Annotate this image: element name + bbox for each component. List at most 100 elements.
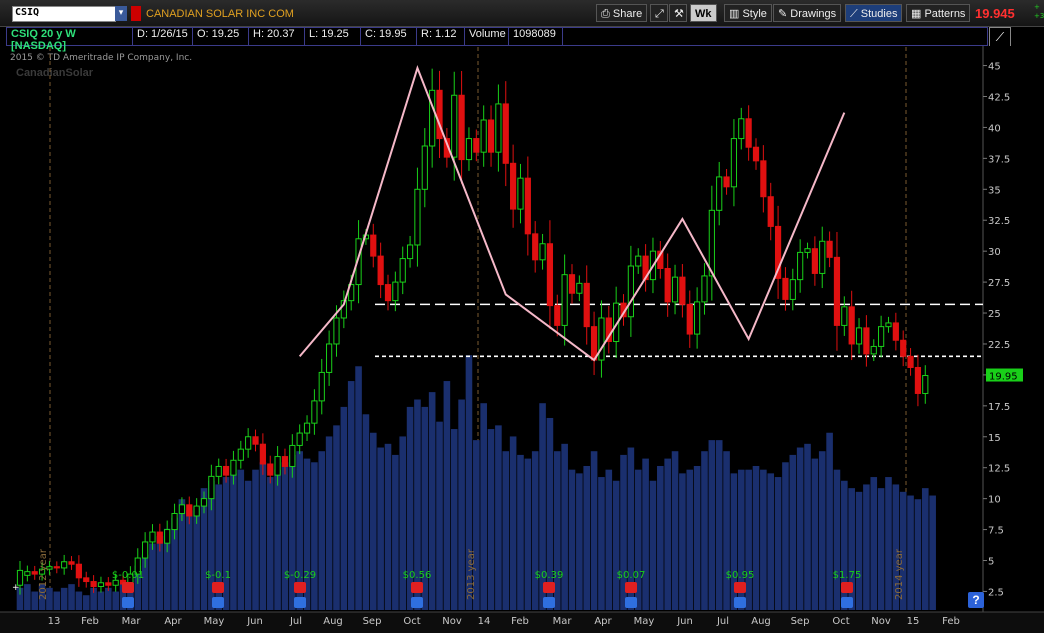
drawings-button[interactable]: ✎ Drawings xyxy=(773,4,842,22)
volume-bar xyxy=(171,517,178,610)
candle-body xyxy=(156,531,163,544)
candle-body xyxy=(326,343,333,373)
candle-body xyxy=(922,375,929,394)
open-value: O: 19.25 xyxy=(193,28,249,45)
studies-button[interactable]: ⟋ Studies xyxy=(845,4,903,22)
patterns-button[interactable]: ▦ Patterns xyxy=(906,4,971,22)
high-value: H: 20.37 xyxy=(249,28,305,45)
dividend-info-icon[interactable] xyxy=(543,597,555,608)
candle-body xyxy=(164,529,171,544)
volume-bar xyxy=(789,454,797,610)
earnings-phone-icon[interactable] xyxy=(212,582,224,593)
candle-body xyxy=(561,274,568,326)
candle-body xyxy=(701,275,708,303)
volume-bar xyxy=(377,447,384,610)
candle-body xyxy=(222,465,230,476)
volume-bar xyxy=(16,587,24,610)
candle-body xyxy=(723,176,730,188)
candle-body xyxy=(745,118,752,148)
candle-body xyxy=(819,240,826,274)
earnings-phone-icon[interactable] xyxy=(543,582,555,593)
volume-bar xyxy=(899,491,907,610)
net-change: + +3 xyxy=(1034,3,1044,20)
y-tick-label: 10 xyxy=(988,495,1001,506)
candle-body xyxy=(620,302,627,318)
candle-body xyxy=(694,301,701,335)
dividend-info-icon[interactable] xyxy=(734,597,746,608)
y-tick-label: 17.5 xyxy=(988,402,1010,413)
price-chart[interactable]: 45 42.5 40 37.5 35 32.5 30 27.5 25 22.5 20 17.5 15 12… xyxy=(0,0,1044,633)
year-label: 2014 year xyxy=(894,548,905,600)
volume-bar xyxy=(399,436,407,610)
share-button[interactable]: ⎙ Share xyxy=(596,4,648,22)
chart-symbol-label[interactable]: CSIQ 20 y W [NASDAQ] xyxy=(7,28,133,52)
y-tick-label: 15 xyxy=(988,433,1001,444)
zoom-icon[interactable]: ⟋ xyxy=(989,27,1011,47)
wrench-icon[interactable]: ⚒ xyxy=(669,4,687,22)
volume-bar xyxy=(60,587,68,610)
candle-body xyxy=(885,322,892,328)
style-icon: ▥ xyxy=(729,8,740,20)
candle-body xyxy=(605,317,612,342)
volume-bar xyxy=(303,458,311,610)
volume-bar xyxy=(863,484,870,610)
symbol-dropdown-icon[interactable]: ▾ xyxy=(115,6,127,21)
candle-body xyxy=(333,317,340,345)
share-icon: ⎙ xyxy=(601,8,610,20)
earnings-phone-icon[interactable] xyxy=(734,582,746,593)
dividend-info-icon[interactable] xyxy=(411,597,423,608)
candle-body xyxy=(97,582,105,587)
volume-bar xyxy=(914,499,922,610)
symbol-input[interactable]: CSIQ xyxy=(12,6,116,22)
volume-bar xyxy=(833,469,841,610)
volume-bar xyxy=(811,458,819,610)
candle-body xyxy=(38,568,46,575)
earnings-phone-icon[interactable] xyxy=(411,582,423,593)
volume-bar xyxy=(82,595,90,610)
x-tick-label: Oct xyxy=(832,616,849,627)
earnings-phone-icon[interactable] xyxy=(294,582,306,593)
candle-body xyxy=(532,233,539,261)
candle-body xyxy=(90,581,97,587)
volume-bar xyxy=(657,465,664,610)
earnings-phone-icon[interactable] xyxy=(841,582,853,593)
candle-body xyxy=(370,234,377,257)
earnings-phone-icon[interactable] xyxy=(122,582,134,593)
drawing-tool-icon[interactable]: ⤢ xyxy=(650,4,668,22)
volume-bar xyxy=(892,484,900,610)
candle-body xyxy=(340,300,347,319)
pencil-icon: ✎ xyxy=(778,8,788,20)
volume-bar xyxy=(524,458,532,610)
volume-bar xyxy=(723,451,730,610)
earnings-phone-icon[interactable] xyxy=(625,582,637,593)
candle-body xyxy=(495,103,502,153)
volume-bar xyxy=(649,480,657,610)
flag-icon[interactable] xyxy=(131,6,141,21)
dividend-info-icon[interactable] xyxy=(625,597,637,608)
candle-body xyxy=(237,448,244,461)
dividend-info-icon[interactable] xyxy=(294,597,306,608)
candle-body xyxy=(16,569,24,586)
copyright: 2015 © TD Ameritrade IP Company, Inc. xyxy=(10,53,193,63)
dividend-info-icon[interactable] xyxy=(122,597,134,608)
y-tick-label: 32.5 xyxy=(988,216,1010,227)
candle-body xyxy=(767,196,774,227)
candle-body xyxy=(149,531,156,543)
x-tick-label: May xyxy=(634,616,655,627)
candle-body xyxy=(318,371,325,402)
candle-body xyxy=(554,305,561,326)
volume-bar xyxy=(53,591,61,610)
candle-body xyxy=(142,541,149,559)
style-button[interactable]: ▥ Style xyxy=(724,4,772,22)
candle-body xyxy=(186,504,193,517)
volume-bar xyxy=(620,454,627,610)
volume-bar xyxy=(517,454,524,610)
aggregation-wk-button[interactable]: Wk xyxy=(690,4,717,22)
help-icon[interactable]: ? xyxy=(968,592,984,608)
volume-bar xyxy=(414,399,421,610)
x-tick-label: Nov xyxy=(442,616,462,627)
dividend-info-icon[interactable] xyxy=(841,597,853,608)
volume-bar xyxy=(97,591,105,610)
dividend-info-icon[interactable] xyxy=(212,597,224,608)
candle-body xyxy=(465,138,473,161)
